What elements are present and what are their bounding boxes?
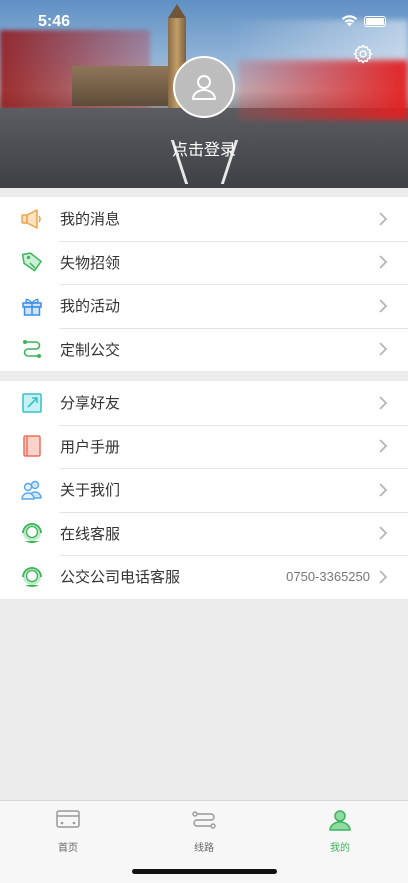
settings-button[interactable] xyxy=(352,43,374,65)
menu-item-share-friends[interactable]: 分享好友 xyxy=(0,381,408,425)
chevron-right-icon xyxy=(379,439,388,453)
menu-item-label: 我的活动 xyxy=(60,297,121,316)
login-link[interactable]: 点击登录 xyxy=(0,136,408,160)
status-icons xyxy=(341,15,386,27)
route-line-icon xyxy=(192,811,216,829)
tab-home[interactable]: 首页 xyxy=(28,809,108,854)
chevron-right-icon xyxy=(379,212,388,226)
menu-item-lost-and-found[interactable]: 失物招领 xyxy=(0,240,408,285)
bus-motion-blur-right xyxy=(238,60,408,120)
menu-item-about-us[interactable]: 关于我们 xyxy=(0,468,408,512)
chevron-right-icon xyxy=(379,299,388,313)
menu-item-phone-service[interactable]: 公交公司电话客服 0750-3365250 xyxy=(0,555,408,599)
menu-item-my-messages[interactable]: 我的消息 xyxy=(0,197,408,241)
menu-group-support: 分享好友 用户手册 关于我们 在线客服 公交公司电话客服 0750-336525… xyxy=(0,381,408,599)
menu-item-my-activities[interactable]: 我的活动 xyxy=(0,284,408,328)
chevron-right-icon xyxy=(379,396,388,410)
menu-item-custom-bus[interactable]: 定制公交 xyxy=(0,327,408,372)
menu-item-label: 失物招领 xyxy=(60,253,121,272)
gift-icon xyxy=(20,294,44,318)
megaphone-icon xyxy=(20,207,44,231)
bus-icon xyxy=(56,810,80,828)
avatar-button[interactable] xyxy=(173,56,235,118)
wifi-icon xyxy=(341,15,358,27)
route-icon xyxy=(20,337,44,361)
menu-item-label: 定制公交 xyxy=(60,340,121,359)
phone-number: 0750-3365250 xyxy=(286,569,370,585)
tag-icon xyxy=(20,250,44,274)
menu-item-label: 用户手册 xyxy=(60,437,121,456)
user-avatar-icon xyxy=(192,75,216,100)
parliament-building xyxy=(72,66,172,106)
menu-item-label: 我的消息 xyxy=(60,210,121,229)
menu-group-personal: 我的消息 失物招领 我的活动 定制公交 xyxy=(0,197,408,371)
headset-agent-icon xyxy=(20,521,44,545)
headset-agent-icon xyxy=(20,565,44,589)
menu-item-label: 分享好友 xyxy=(60,394,121,413)
tab-routes[interactable]: 线路 xyxy=(164,809,244,854)
people-icon xyxy=(20,478,44,502)
tab-label: 我的 xyxy=(330,843,350,854)
manual-book-icon xyxy=(20,434,44,458)
gear-icon xyxy=(353,44,373,64)
tab-mine[interactable]: 我的 xyxy=(300,809,380,854)
menu-item-label: 在线客服 xyxy=(60,524,121,543)
menu-item-label: 公交公司电话客服 xyxy=(60,568,181,587)
chevron-right-icon xyxy=(379,483,388,497)
menu-item-label: 关于我们 xyxy=(60,481,121,500)
home-indicator[interactable] xyxy=(132,869,277,874)
chevron-right-icon xyxy=(379,342,388,356)
user-icon xyxy=(329,810,351,831)
battery-icon xyxy=(364,15,386,27)
chevron-right-icon xyxy=(379,526,388,540)
chevron-right-icon xyxy=(379,255,388,269)
tab-label: 线路 xyxy=(194,843,214,854)
chevron-right-icon xyxy=(379,570,388,584)
menu-item-user-manual[interactable]: 用户手册 xyxy=(0,424,408,469)
status-time: 5:46 xyxy=(38,13,71,30)
menu-item-online-service[interactable]: 在线客服 xyxy=(0,511,408,556)
tab-label: 首页 xyxy=(58,843,78,854)
share-icon xyxy=(20,391,44,415)
